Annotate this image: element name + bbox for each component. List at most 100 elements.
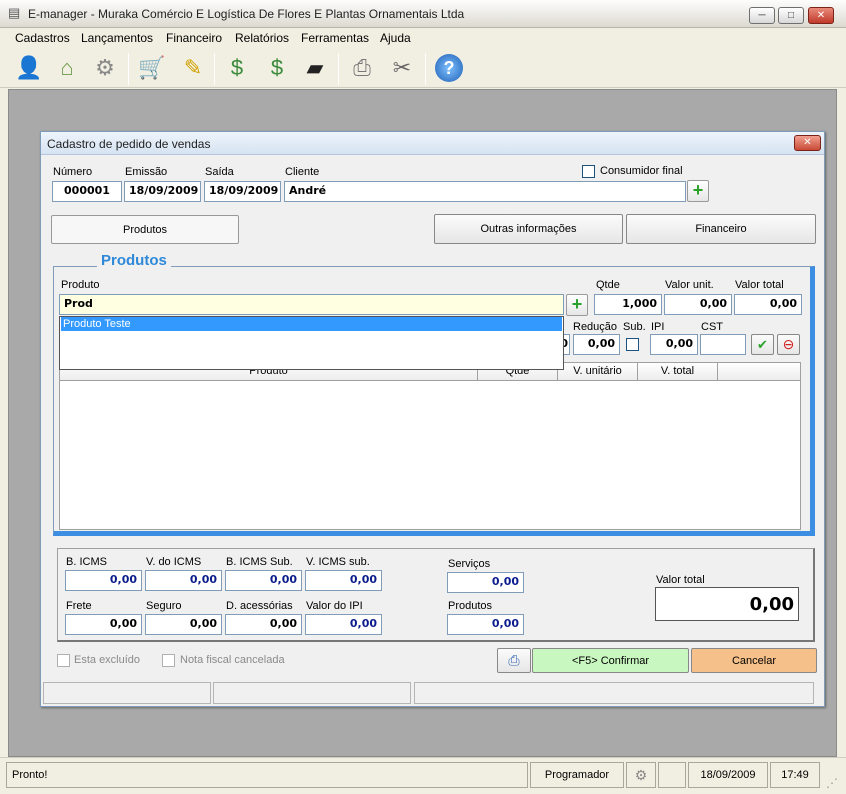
- toolbar-separator: [214, 53, 215, 85]
- toolbar-separator: [128, 53, 129, 85]
- close-button[interactable]: ✕: [808, 7, 834, 24]
- excluido-checkbox[interactable]: [57, 654, 70, 667]
- consumidor-final-checkbox[interactable]: [582, 165, 595, 178]
- produto-suggestions[interactable]: Produto Teste: [59, 316, 564, 370]
- add-cliente-button[interactable]: +: [687, 180, 709, 202]
- qtde-field[interactable]: 1,000: [594, 294, 662, 315]
- resize-grip-icon[interactable]: ⋰: [826, 776, 838, 790]
- grid-header-v-total[interactable]: V. total: [638, 363, 718, 381]
- nf-cancelada-checkbox[interactable]: [162, 654, 175, 667]
- reducao-field[interactable]: 0,00: [573, 334, 620, 355]
- cliente-label: Cliente: [285, 166, 320, 178]
- servicos-field[interactable]: 0,00: [447, 572, 524, 593]
- produtos-total-field[interactable]: 0,00: [447, 614, 524, 635]
- dialog-status-panel: [414, 682, 814, 704]
- v-icms-sub-label: V. ICMS sub.: [306, 556, 370, 568]
- valor-unit-field[interactable]: 0,00: [664, 294, 732, 315]
- menu-financeiro[interactable]: Financeiro: [166, 31, 222, 45]
- toolbar-separator: [425, 53, 426, 85]
- frete-label: Frete: [66, 600, 92, 612]
- frete-field[interactable]: 0,00: [65, 614, 142, 635]
- dialog-title: Cadastro de pedido de vendas: [47, 137, 211, 151]
- totals-panel: B. ICMS V. do ICMS B. ICMS Sub. V. ICMS …: [57, 548, 815, 642]
- status-time: 17:49: [770, 762, 820, 788]
- servicos-label: Serviços: [448, 558, 491, 570]
- sub-checkbox[interactable]: [626, 338, 639, 351]
- menu-relatorios[interactable]: Relatórios: [235, 31, 289, 45]
- numero-label: Número: [53, 166, 93, 178]
- valor-total-field[interactable]: 0,00: [734, 294, 802, 315]
- menu-ferramentas[interactable]: Ferramentas: [301, 31, 369, 45]
- app-icon: ▤: [8, 5, 21, 20]
- suggestion-item[interactable]: Produto Teste: [61, 317, 562, 331]
- gears-icon[interactable]: ⚙: [626, 762, 656, 788]
- valor-total-geral-field[interactable]: 0,00: [655, 587, 799, 621]
- cst-field[interactable]: [700, 334, 746, 355]
- money-stack-icon[interactable]: $: [262, 53, 292, 83]
- valor-ipi-label: Valor do IPI: [306, 600, 363, 612]
- maximize-button[interactable]: □: [778, 7, 804, 24]
- cancelar-button[interactable]: Cancelar: [691, 648, 817, 673]
- seguro-field[interactable]: 0,00: [145, 614, 222, 635]
- add-produto-button[interactable]: +: [566, 294, 588, 316]
- ipi-field[interactable]: 0,00: [650, 334, 698, 355]
- minimize-button[interactable]: ─: [749, 7, 775, 24]
- cart-icon[interactable]: 🛒: [137, 53, 167, 83]
- toolbar: 👤 ⌂ ⚙ 🛒 ✎ $ $ ▰ ⎙ ✂ ?: [0, 48, 846, 88]
- sub-label: Sub.: [623, 321, 646, 333]
- app-statusbar: Pronto! Programador ⚙ 18/09/2009 17:49 ⋰: [0, 757, 846, 794]
- dialog-titlebar: Cadastro de pedido de vendas ✕: [41, 132, 824, 155]
- v-icms-sub-field[interactable]: 0,00: [305, 570, 382, 591]
- sales-order-dialog: Cadastro de pedido de vendas ✕ Número Em…: [40, 131, 825, 707]
- money-icon[interactable]: $: [222, 53, 252, 83]
- book-icon[interactable]: ▰: [300, 53, 330, 83]
- produto-input[interactable]: Prod: [59, 294, 564, 315]
- valor-ipi-field[interactable]: 0,00: [305, 614, 382, 635]
- toolbar-separator: [338, 53, 339, 85]
- produtos-grid[interactable]: Produto Qtde V. unitário V. total: [59, 362, 801, 530]
- b-icms-sub-field[interactable]: 0,00: [225, 570, 302, 591]
- valor-unit-label: Valor unit.: [665, 279, 714, 291]
- reducao-label: Redução: [573, 321, 618, 333]
- nf-cancelada-label: Nota fiscal cancelada: [180, 654, 285, 666]
- cst-label: CST: [701, 321, 723, 333]
- print-icon[interactable]: ⎙: [497, 648, 531, 673]
- tab-financeiro[interactable]: Financeiro: [626, 214, 816, 244]
- printer-icon[interactable]: ⎙: [347, 53, 377, 83]
- notepad-icon[interactable]: ✎: [178, 53, 208, 83]
- tools-icon[interactable]: ✂: [387, 53, 417, 83]
- menu-ajuda[interactable]: Ajuda: [380, 31, 411, 45]
- dialog-status-panel: [213, 682, 411, 704]
- tab-outras-informacoes[interactable]: Outras informações: [434, 214, 623, 244]
- status-text: Pronto!: [6, 762, 528, 788]
- cliente-field[interactable]: André: [284, 181, 686, 202]
- grid-header-v-unitario[interactable]: V. unitário: [558, 363, 638, 381]
- ipi-label: IPI: [651, 321, 665, 333]
- valor-total-label: Valor total: [735, 279, 784, 291]
- consumidor-final-label: Consumidor final: [600, 165, 683, 177]
- house-icon[interactable]: ⌂: [52, 53, 82, 83]
- dialog-close-button[interactable]: ✕: [794, 135, 821, 151]
- produto-label: Produto: [61, 279, 100, 291]
- confirmar-button[interactable]: <F5> Confirmar: [532, 648, 689, 673]
- window-title: E-manager - Muraka Comércio E Logística …: [28, 7, 465, 21]
- emissao-field[interactable]: 18/09/2009: [124, 181, 201, 202]
- produtos-total-label: Produtos: [448, 600, 493, 612]
- help-icon[interactable]: ?: [434, 53, 464, 83]
- v-icms-field[interactable]: 0,00: [145, 570, 222, 591]
- menu-cadastros[interactable]: Cadastros: [15, 31, 70, 45]
- d-acessorias-field[interactable]: 0,00: [225, 614, 302, 635]
- excluido-label: Esta excluído: [74, 654, 141, 666]
- b-icms-sub-label: B. ICMS Sub.: [226, 556, 293, 568]
- remove-item-icon[interactable]: ⊖: [777, 334, 800, 355]
- confirm-item-icon[interactable]: ✔: [751, 334, 774, 355]
- tab-produtos[interactable]: Produtos: [51, 215, 239, 244]
- valor-total-geral-label: Valor total: [656, 574, 705, 586]
- b-icms-field[interactable]: 0,00: [65, 570, 142, 591]
- gears-icon[interactable]: ⚙: [90, 53, 120, 83]
- status-date: 18/09/2009: [688, 762, 768, 788]
- numero-field[interactable]: 000001: [52, 181, 122, 202]
- user-icon[interactable]: 👤: [14, 53, 44, 83]
- menu-lancamentos[interactable]: Lançamentos: [81, 31, 153, 45]
- saida-field[interactable]: 18/09/2009: [204, 181, 281, 202]
